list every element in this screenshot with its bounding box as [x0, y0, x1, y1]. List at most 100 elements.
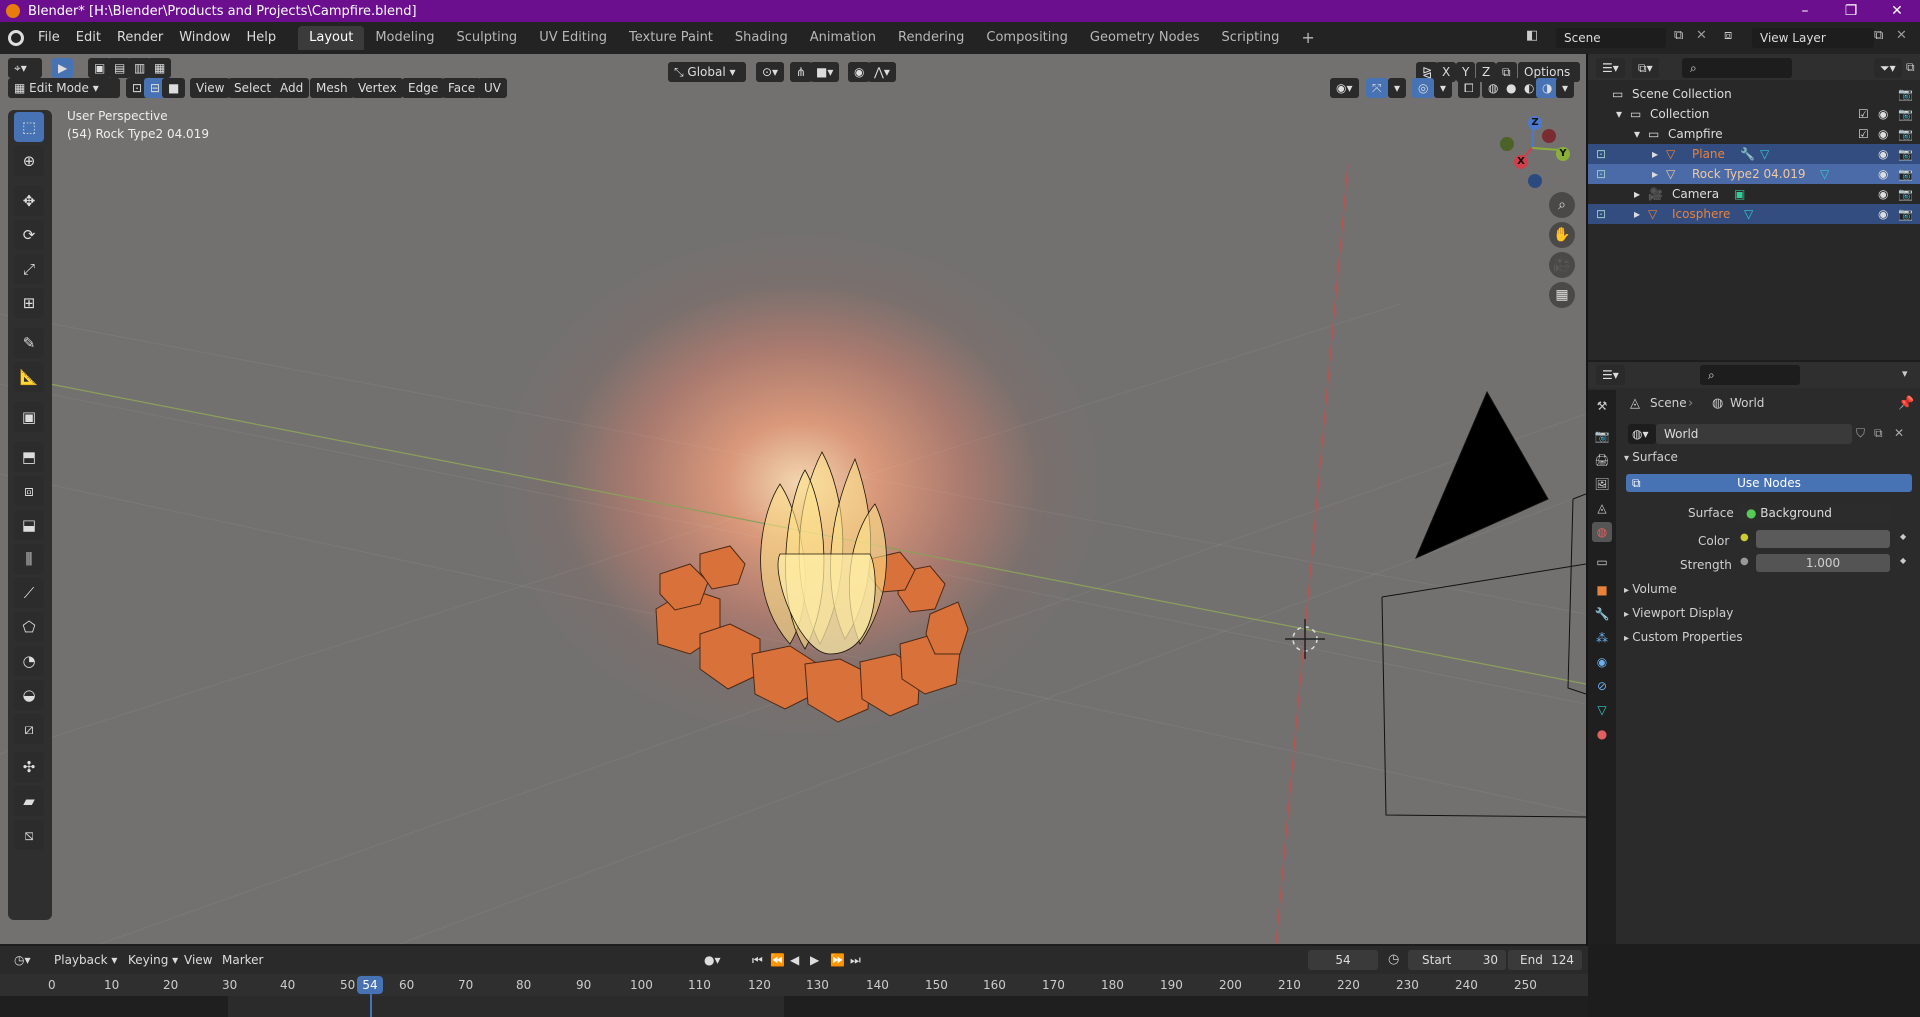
world-tab-icon[interactable]: ◍ — [1592, 522, 1612, 542]
current-frame-field[interactable]: 54 — [1308, 950, 1378, 970]
move-tool-icon[interactable]: ✥ — [14, 186, 44, 216]
material-tab-icon[interactable]: ● — [1592, 724, 1612, 744]
menu-view[interactable]: View — [190, 78, 231, 98]
measure-tool-icon[interactable]: 📐 — [14, 362, 44, 392]
menu-timeline-view[interactable]: View — [178, 950, 219, 970]
outliner-filter-button[interactable]: ⏷▾ — [1874, 58, 1902, 78]
camera-render-icon[interactable]: 📷 — [1898, 144, 1913, 164]
select-box-tool-icon[interactable]: ⬚ — [14, 112, 44, 142]
menu-render[interactable]: Render — [109, 27, 171, 49]
physics-tab-icon[interactable]: ◉ — [1592, 652, 1612, 672]
poly-build-tool-icon[interactable]: ⬠ — [14, 612, 44, 642]
properties-options-icon[interactable]: ▾ — [1902, 367, 1908, 380]
snap-target-dropdown[interactable]: ■▾ — [810, 62, 840, 82]
remove-view-layer-icon[interactable]: ✕ — [1896, 28, 1907, 43]
world-browse-button[interactable]: ◍▾ — [1628, 424, 1656, 444]
data-tab-icon[interactable]: ▽ — [1592, 700, 1612, 720]
outliner-row-collection[interactable]: ▾ ▭ Collection ☑ ◉ 📷 — [1588, 104, 1920, 124]
surface-shader-selector[interactable]: ● Background — [1738, 503, 1890, 523]
constraints-tab-icon[interactable]: ⊘ — [1592, 676, 1612, 696]
minimize-button[interactable]: – — [1782, 0, 1828, 22]
tab-shading[interactable]: Shading — [724, 26, 799, 50]
zoom-icon[interactable]: ⌕ — [1549, 192, 1575, 218]
maximize-button[interactable]: ❐ — [1828, 0, 1874, 22]
fake-user-icon[interactable]: ⛉ — [1856, 426, 1865, 441]
tab-uv-editing[interactable]: UV Editing — [528, 26, 618, 50]
menu-vertex[interactable]: Vertex — [352, 78, 403, 98]
gizmo-neg-y-axis[interactable] — [1500, 137, 1514, 151]
use-nodes-button[interactable]: ⧉ Use Nodes — [1626, 474, 1912, 492]
tab-modeling[interactable]: Modeling — [364, 26, 445, 50]
eye-icon[interactable]: ◉ — [1878, 164, 1888, 184]
playhead-marker[interactable]: 54 — [357, 976, 383, 994]
outliner-row-icosphere[interactable]: ⊡ ▸ ▽ Icosphere ▽ ◉ 📷 — [1588, 204, 1920, 224]
modifier-wrench-icon[interactable]: 🔧 — [1740, 144, 1755, 164]
gizmo-toggle[interactable]: ⤧ — [1366, 78, 1388, 98]
auto-keying-toggle[interactable]: ●▾ — [698, 950, 727, 970]
duplicate-world-icon[interactable]: ⧉ — [1874, 426, 1883, 441]
color-swatch[interactable] — [1756, 530, 1890, 548]
pin-icon[interactable]: 📌 — [1898, 396, 1914, 411]
checkbox-icon[interactable]: ☑ — [1858, 124, 1869, 144]
camera-render-icon[interactable]: 📷 — [1898, 184, 1913, 204]
menu-mesh[interactable]: Mesh — [310, 78, 354, 98]
edit-mode-toggle-icon[interactable]: ⊡ — [1596, 204, 1606, 224]
add-workspace-button[interactable]: + — [1290, 26, 1325, 50]
scene-icon[interactable]: ◧ — [1526, 28, 1544, 46]
extrude-tool-icon[interactable]: ⬒ — [14, 442, 44, 472]
world-name-field[interactable]: World — [1656, 424, 1852, 444]
menu-marker[interactable]: Marker — [216, 950, 270, 970]
jump-to-end-icon[interactable]: ⏭ — [844, 950, 867, 970]
outliner-row-campfire[interactable]: ▾ ▭ Campfire ☑ ◉ 📷 — [1588, 124, 1920, 144]
pivot-point-dropdown[interactable]: ⊙▾ — [756, 62, 785, 82]
camera-render-icon[interactable]: 📷 — [1898, 204, 1913, 224]
outliner-row-rock-type2[interactable]: ⊡ ▸ ▽ Rock Type2 04.019 ▽ ◉ 📷 — [1588, 164, 1920, 184]
loop-cut-tool-icon[interactable]: ⫼ — [14, 544, 44, 574]
render-tab-icon[interactable]: 📷 — [1592, 426, 1612, 446]
shrink-fatten-tool-icon[interactable]: ✣ — [14, 752, 44, 782]
annotate-tool-icon[interactable]: ✎ — [14, 328, 44, 358]
tool-tab-icon[interactable]: ⚒ — [1592, 396, 1612, 416]
properties-editor-type-button[interactable]: ☰▾ — [1596, 365, 1625, 385]
eye-icon[interactable]: ◉ — [1878, 124, 1888, 144]
transform-orientation-dropdown[interactable]: ⤡ Global ▾ — [668, 62, 746, 82]
viewport-display-panel-header[interactable]: ▸ Viewport Display — [1624, 606, 1733, 620]
bevel-tool-icon[interactable]: ⬓ — [14, 510, 44, 540]
tab-rendering[interactable]: Rendering — [887, 26, 975, 50]
scene-selector[interactable]: Scene — [1556, 28, 1666, 48]
remove-scene-icon[interactable]: ✕ — [1696, 28, 1707, 43]
tab-geometry-nodes[interactable]: Geometry Nodes — [1079, 26, 1211, 50]
end-frame-field[interactable]: End 124 — [1508, 950, 1582, 970]
view-layer-icon[interactable]: ⧈ — [1724, 28, 1732, 43]
select-mode-intersect[interactable]: ▦ — [148, 58, 172, 78]
outliner-row-scene-collection[interactable]: ▭ Scene Collection 📷 — [1588, 84, 1920, 104]
expand-arrow-icon[interactable]: ▾ — [1634, 124, 1640, 144]
tab-layout[interactable]: Layout — [298, 26, 365, 50]
gizmo-z-axis[interactable]: Z — [1528, 116, 1542, 130]
custom-properties-panel-header[interactable]: ▸ Custom Properties — [1624, 630, 1743, 644]
outliner-row-camera[interactable]: ▸ 🎥 Camera ▣ ◉ 📷 — [1588, 184, 1920, 204]
menu-face[interactable]: Face — [442, 78, 482, 98]
menu-edge[interactable]: Edge — [402, 78, 445, 98]
3d-viewport[interactable]: ⌖▾ ▶ ▣ ▤ ▥ ▦ ⤡ Global ▾ ⊙▾ ⋔ ■▾ ◉ ⋀▾ ⧎ X… — [0, 54, 1586, 944]
transform-tool-icon[interactable]: ⊞ — [14, 288, 44, 318]
timeline-editor-type-button[interactable]: ◷▾ — [8, 950, 37, 970]
menu-add[interactable]: Add — [274, 78, 310, 98]
eye-icon[interactable]: ◉ — [1878, 144, 1888, 164]
overlays-dropdown[interactable]: ▾ — [1434, 78, 1453, 98]
tab-texture-paint[interactable]: Texture Paint — [618, 26, 724, 50]
preview-range-icon[interactable]: ◷ — [1388, 952, 1399, 967]
object-tab-icon[interactable]: ■ — [1592, 580, 1612, 600]
expand-arrow-icon[interactable]: ▾ — [1616, 104, 1622, 124]
knife-tool-icon[interactable]: ⟋ — [14, 578, 44, 608]
particles-tab-icon[interactable]: ⁂ — [1592, 628, 1612, 648]
menu-help[interactable]: Help — [239, 27, 285, 49]
menu-keying[interactable]: Keying ▾ — [122, 950, 185, 970]
edge-slide-tool-icon[interactable]: ⧄ — [14, 714, 44, 744]
menu-edit[interactable]: Edit — [68, 27, 109, 49]
tab-compositing[interactable]: Compositing — [975, 26, 1079, 50]
properties-search-input[interactable]: ⌕ — [1700, 365, 1800, 385]
camera-render-icon[interactable]: 📷 — [1898, 84, 1913, 104]
shear-tool-icon[interactable]: ▰ — [14, 786, 44, 816]
surface-panel-header[interactable]: ▾ Surface — [1624, 450, 1916, 470]
